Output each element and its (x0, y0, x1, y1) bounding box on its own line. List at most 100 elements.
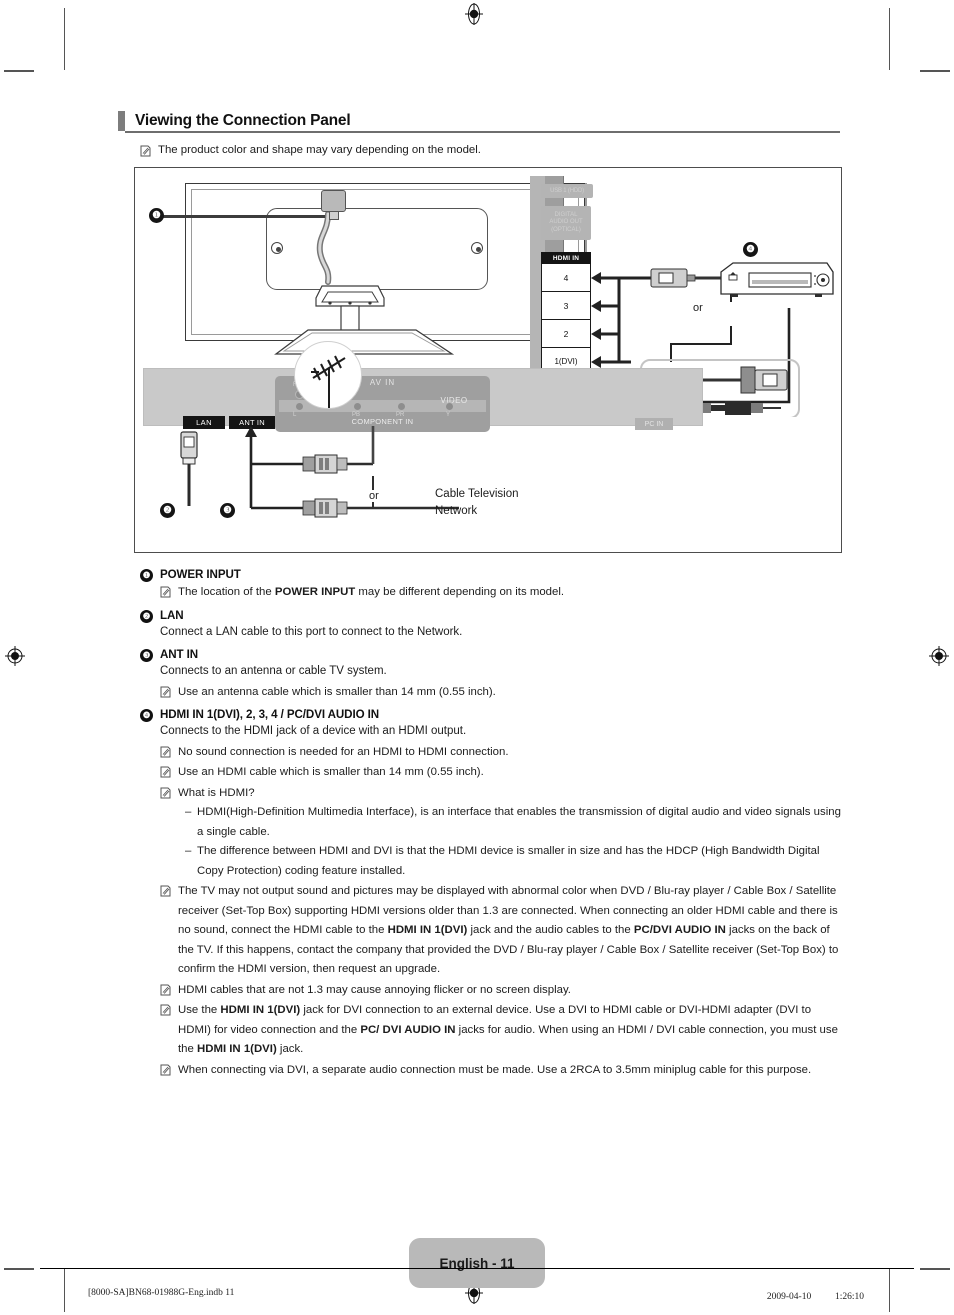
list-item-ant-in: ❸ ANT IN Connects to an antenna or cable… (140, 648, 846, 702)
crop-tick-bottom-right (920, 1268, 950, 1270)
footer-timestamp: 2009-04-10 1:26:10 (766, 1292, 864, 1302)
note-antenna-cable-size: Use an antenna cable which is smaller th… (160, 683, 846, 703)
crop-mark-bottom-right (889, 1268, 890, 1312)
registration-mark-icon (465, 3, 483, 25)
note-text: What is HDMI? (178, 786, 255, 799)
callout-marker-2: ❷ (160, 503, 175, 518)
digital-audio-out-label: DIGITAL AUDIO OUT (OPTICAL) (541, 206, 591, 240)
sub-dash-hdmi-vs-dvi: – The difference between HDMI and DVI is… (185, 842, 846, 881)
note-pencil-icon (160, 984, 171, 996)
item-title-ant-in: ANT IN (160, 648, 199, 661)
dash-bullet: – (185, 845, 192, 857)
note-pencil-icon (160, 1004, 171, 1016)
crop-tick-top-right (920, 70, 950, 72)
power-input-connector (321, 190, 346, 212)
component-jack-y-label: Y (446, 412, 451, 418)
page-title: Viewing the Connection Panel (135, 112, 351, 129)
item-body-hdmi-in: Connects to the HDMI jack of a device wi… (160, 725, 467, 737)
manual-page: Viewing the Connection Panel The product… (0, 0, 954, 1315)
crop-mark-top-right (889, 8, 890, 70)
power-plug-icon (329, 211, 339, 220)
component-jack-y (445, 402, 454, 411)
component-jack-pr (397, 402, 406, 411)
component-jack-pr-label: PR (396, 412, 405, 418)
note-pencil-icon (160, 787, 171, 799)
product-note-text: The product color and shape may vary dep… (158, 144, 481, 156)
item-title-lan: LAN (160, 608, 184, 622)
crop-tick-top-left (4, 70, 34, 72)
dash-text: HDMI(High-Definition Multimedia Interfac… (197, 806, 841, 838)
component-in-label: COMPONENT IN (351, 417, 414, 426)
note-text: No sound connection is needed for an HDM… (178, 745, 509, 758)
tv-stand-drawing (274, 211, 455, 355)
dash-bullet: – (185, 806, 192, 818)
note-hdmi-flicker: HDMI cables that are not 1.3 may cause a… (160, 981, 846, 1001)
footer-file-reference: [8000-SA]BN68-01988G-Eng.indb 11 (88, 1288, 235, 1298)
note-text: HDMI cables that are not 1.3 may cause a… (178, 983, 571, 996)
callout-marker-4: ❹ (743, 242, 758, 257)
page-number-badge: English - 11 (409, 1238, 545, 1288)
pc-in-port-label: PC IN (635, 418, 673, 430)
note-text: The TV may not output sound and pictures… (178, 885, 839, 975)
note-pencil-icon (160, 1064, 171, 1076)
note-pencil-icon (160, 586, 171, 598)
component-jack-pb (353, 402, 362, 411)
header-accent-bar (118, 111, 125, 131)
item-body-ant-in: Connects to an antenna or cable TV syste… (160, 665, 387, 677)
note-older-hdmi-versions: The TV may not output sound and pictures… (160, 882, 846, 980)
note-power-input-location: The location of the POWER INPUT may be d… (160, 583, 846, 603)
dash-text: The difference between HDMI and DVI is t… (197, 845, 820, 877)
list-item-hdmi-in: ❹ HDMI IN 1(DVI), 2, 3, 4 / PC/DVI AUDIO… (140, 708, 846, 1080)
or-label-hdmi: or (691, 302, 705, 314)
lan-cable-drawing (180, 431, 198, 506)
digital-audio-out-line2: AUDIO OUT (549, 219, 583, 226)
registration-mark-icon (929, 646, 949, 666)
item-title-power-input: POWER INPUT (160, 568, 241, 581)
callout-marker-1: ❶ (149, 208, 164, 223)
callout-marker-3: ❸ (220, 503, 235, 518)
note-text: When connecting via DVI, a separate audi… (178, 1063, 812, 1076)
note-pencil-icon (160, 686, 171, 698)
digital-audio-out-line3: (OPTICAL) (551, 226, 581, 233)
crop-mark-bottom-left (64, 1268, 65, 1312)
hdmi-port-4: 4 (541, 264, 591, 292)
list-item-power-input: ❶ POWER INPUT The location of the POWER … (140, 568, 846, 603)
connector-description-list: ❶ POWER INPUT The location of the POWER … (140, 562, 846, 1080)
note-text: The location of the POWER INPUT may be d… (178, 586, 565, 598)
av-jack-l-label: L (293, 412, 297, 418)
connection-panel-diagram: ❶ USB 1 (HDD) DIGITAL AUDIO OUT (OPTICAL… (134, 167, 842, 553)
note-pencil-icon (160, 746, 171, 758)
callout-line-1 (157, 215, 325, 218)
crop-tick-bottom-left (4, 1268, 34, 1270)
component-jack-pb-label: PB (352, 412, 361, 418)
item-marker-2: ❷ (140, 609, 153, 623)
hdmi-port-2: 2 (541, 320, 591, 348)
note-pencil-icon (160, 885, 171, 897)
lan-port-label: LAN (183, 416, 225, 429)
footer-divider (40, 1268, 914, 1269)
hdmi-in-header-label: HDMI IN (541, 252, 591, 264)
note-dvi-connection: Use the HDMI IN 1(DVI) jack for DVI conn… (160, 1001, 846, 1060)
usb-port-label: USB 1 (HDD) (541, 184, 593, 198)
note-dvi-audio: When connecting via DVI, a separate audi… (160, 1061, 846, 1081)
list-item-lan: ❷ LAN Connect a LAN cable to this port t… (140, 609, 846, 643)
note-what-is-hdmi: What is HDMI? (160, 784, 846, 804)
registration-mark-icon (5, 646, 25, 666)
note-text: Use the HDMI IN 1(DVI) jack for DVI conn… (178, 1004, 838, 1055)
cable-tv-line1: Cable Television (435, 488, 519, 500)
item-marker-4: ❹ (140, 709, 153, 722)
or-label-antenna: or (367, 490, 381, 502)
crop-mark-top-left (64, 8, 65, 70)
header-divider (125, 131, 840, 133)
note-no-sound-connection: No sound connection is needed for an HDM… (160, 743, 846, 763)
hdmi-port-3: 3 (541, 292, 591, 320)
video-label: VIDEO (440, 396, 468, 405)
item-marker-1: ❶ (140, 569, 153, 582)
product-note: The product color and shape may vary dep… (140, 143, 840, 158)
note-text: Use an HDMI cable which is smaller than … (178, 766, 484, 778)
note-pencil-icon (160, 766, 171, 778)
item-marker-3: ❸ (140, 649, 153, 662)
note-hdmi-cable-size: Use an HDMI cable which is smaller than … (160, 763, 846, 783)
sub-dash-hdmi-definition: – HDMI(High-Definition Multimedia Interf… (185, 803, 846, 842)
antenna-icon (311, 355, 346, 408)
